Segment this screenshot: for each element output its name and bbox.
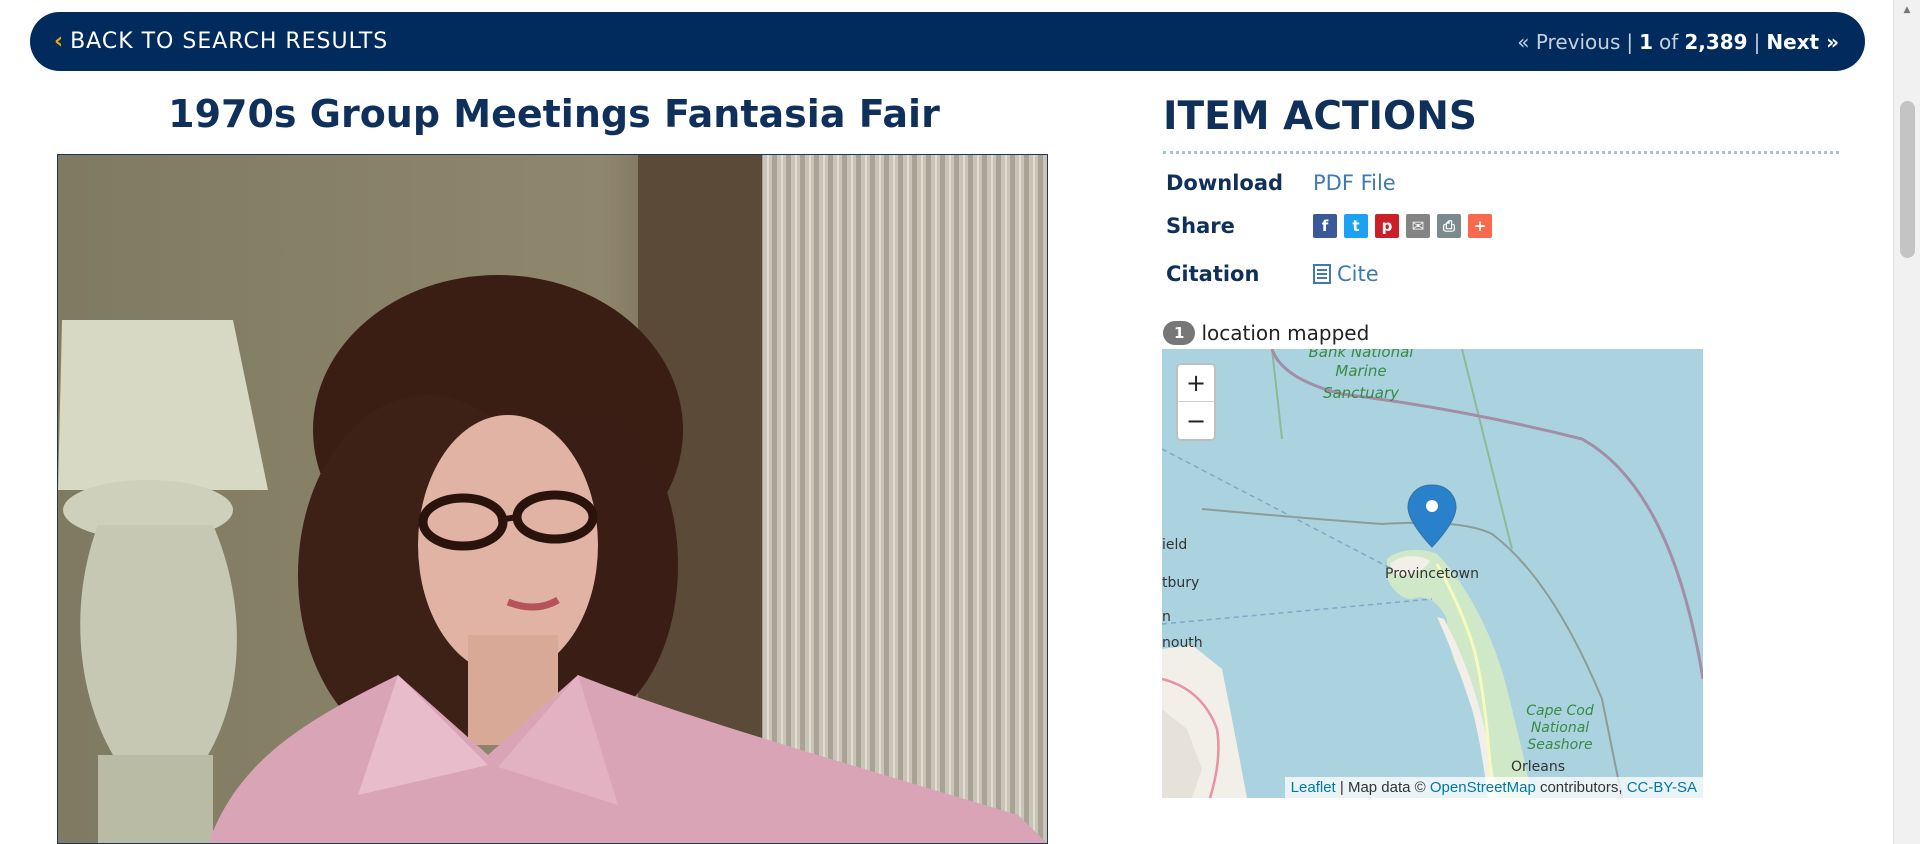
pager-current: 1 <box>1639 29 1654 54</box>
pager-total: 2,389 <box>1684 29 1748 54</box>
item-actions-heading: ITEM ACTIONS <box>1163 94 1477 139</box>
citation-row: Citation Cite <box>1166 262 1379 286</box>
previous-link[interactable]: « Previous <box>1517 30 1620 54</box>
scroll-up-arrow-icon[interactable]: ▲ <box>1894 0 1920 20</box>
twitter-icon[interactable]: t <box>1344 214 1368 238</box>
map-label-left-3: n <box>1162 609 1171 625</box>
share-icons: f t p ✉ ⎙ + <box>1313 214 1492 238</box>
pager-separator: | <box>1626 29 1634 54</box>
map-label-sanctuary-1: Bank National <box>1309 349 1415 361</box>
back-label: BACK TO SEARCH RESULTS <box>70 29 389 54</box>
map-tiles: Bank National Marine Sanctuary Provincet… <box>1162 349 1703 798</box>
photo-illustration <box>58 155 1047 843</box>
scrollbar-thumb[interactable] <box>1900 101 1915 258</box>
map-label-sanctuary-2: Marine <box>1335 362 1386 380</box>
location-count-badge: 1 <box>1163 321 1196 345</box>
map-label-left-4: nouth <box>1162 635 1203 651</box>
map-label-left-1: ield <box>1162 537 1187 553</box>
pager-separator: | <box>1753 29 1761 54</box>
share-row: Share f t p ✉ ⎙ + <box>1166 214 1492 238</box>
map-data-text: | Map data © <box>1339 779 1426 796</box>
download-label: Download <box>1166 171 1284 195</box>
download-row: Download PDF File <box>1166 171 1396 195</box>
item-photo[interactable] <box>57 154 1048 844</box>
openstreetmap-link[interactable]: OpenStreetMap <box>1430 779 1536 796</box>
chevron-left-icon: ‹ <box>54 29 65 54</box>
map-label-provincetown: Provincetown <box>1385 566 1479 582</box>
license-link[interactable]: CC-BY-SA <box>1627 779 1697 796</box>
page: ‹ BACK TO SEARCH RESULTS « Previous | 1 … <box>0 0 1920 844</box>
map-label-seashore-3: Seashore <box>1527 737 1592 753</box>
location-mapped: 1 location mapped <box>1163 321 1369 345</box>
facebook-icon[interactable]: f <box>1313 214 1337 238</box>
pinterest-icon[interactable]: p <box>1375 214 1399 238</box>
cite-label: Cite <box>1337 262 1379 286</box>
location-map[interactable]: Bank National Marine Sanctuary Provincet… <box>1162 349 1703 798</box>
list-icon <box>1313 264 1331 284</box>
page-scrollbar[interactable]: ▲ <box>1893 0 1920 844</box>
results-nav-bar: ‹ BACK TO SEARCH RESULTS « Previous | 1 … <box>30 12 1865 71</box>
map-label-left-2: tbury <box>1162 575 1199 591</box>
more-icon[interactable]: + <box>1468 214 1492 238</box>
leaflet-link[interactable]: Leaflet <box>1291 779 1336 796</box>
contributors-text: contributors, <box>1539 779 1623 796</box>
zoom-in-button[interactable]: + <box>1178 365 1214 402</box>
share-label: Share <box>1166 214 1235 238</box>
pager-of: of <box>1659 29 1679 54</box>
map-label-sanctuary-3: Sanctuary <box>1323 384 1400 402</box>
map-label-seashore-1: Cape Cod <box>1526 703 1594 719</box>
cite-link[interactable]: Cite <box>1313 262 1379 286</box>
back-to-results-link[interactable]: ‹ BACK TO SEARCH RESULTS <box>54 29 388 54</box>
pager: « Previous | 1 of 2,389 | Next » <box>1517 30 1839 54</box>
location-label: location mapped <box>1201 321 1370 345</box>
map-attribution: Leaflet | Map data © OpenStreetMap contr… <box>1284 777 1703 798</box>
map-label-seashore-2: National <box>1531 720 1589 736</box>
map-label-orleans: Orleans <box>1511 759 1565 775</box>
item-title: 1970s Group Meetings Fantasia Fair <box>168 92 940 136</box>
pdf-file-link[interactable]: PDF File <box>1313 171 1396 195</box>
email-icon[interactable]: ✉ <box>1406 214 1430 238</box>
citation-label: Citation <box>1166 262 1260 286</box>
zoom-out-button[interactable]: − <box>1178 402 1214 439</box>
map-zoom-control: + − <box>1176 363 1216 441</box>
next-link[interactable]: Next » <box>1766 30 1839 54</box>
print-icon[interactable]: ⎙ <box>1437 214 1461 238</box>
dotted-divider <box>1163 151 1839 154</box>
